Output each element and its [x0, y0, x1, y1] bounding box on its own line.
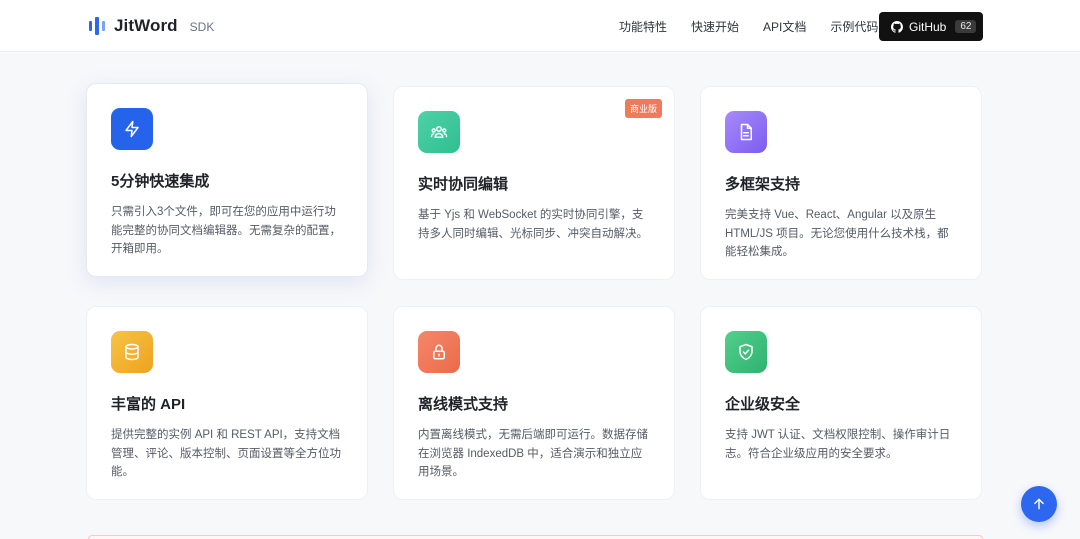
- github-label: GitHub: [909, 19, 947, 34]
- lock-icon: [433, 344, 445, 360]
- commercial-badge: 商业版: [624, 99, 662, 118]
- card-title: 实时协同编辑: [418, 176, 509, 193]
- main-nav: 功能特性 快速开始 API文档 示例代码: [619, 18, 902, 35]
- card-title: 5分钟快速集成: [111, 173, 210, 190]
- nav-link-api-docs[interactable]: API文档: [763, 18, 806, 35]
- card-title: 多框架支持: [725, 176, 801, 193]
- top-navigation-bar: JitWord SDK 功能特性 快速开始 API文档 示例代码 GitHub …: [0, 0, 1080, 52]
- card-description: 内置离线模式，无需后端即可运行。数据存储在浏览器 IndexedDB 中，适合演…: [418, 429, 648, 478]
- github-button[interactable]: GitHub 62: [879, 12, 983, 41]
- brand-name: JitWord: [114, 16, 178, 35]
- card-icon-wrapper: [418, 111, 460, 153]
- feature-card-quick-integration[interactable]: 5分钟快速集成 只需引入3个文件，即可在您的应用中运行功能完整的协同文档编辑器。…: [86, 83, 368, 277]
- jitword-logo-icon: [89, 17, 105, 35]
- scroll-to-top-button[interactable]: [1021, 486, 1057, 522]
- card-title: 企业级安全: [725, 396, 801, 413]
- lightning-icon: [125, 120, 139, 138]
- feature-card-rich-api[interactable]: 丰富的 API 提供完整的实例 API 和 REST API，支持文档管理、评论…: [86, 306, 368, 500]
- document-icon: [740, 123, 752, 141]
- card-title: 离线模式支持: [418, 396, 509, 413]
- card-icon-wrapper: [418, 331, 460, 373]
- card-description: 只需引入3个文件，即可在您的应用中运行功能完整的协同文档编辑器。无需复杂的配置，…: [111, 206, 341, 255]
- database-icon: [125, 343, 139, 361]
- card-description: 基于 Yjs 和 WebSocket 的实时协同引擎，支持多人同时编辑、光标同步…: [418, 209, 648, 240]
- card-description: 支持 JWT 认证、文档权限控制、操作审计日志。符合企业级应用的安全要求。: [725, 429, 951, 460]
- feature-card-multi-framework[interactable]: 多框架支持 完美支持 Vue、React、Angular 以及原生HTML/JS…: [700, 86, 982, 280]
- brand-tag: SDK: [189, 19, 215, 34]
- feature-card-offline-mode[interactable]: 离线模式支持 内置离线模式，无需后端即可运行。数据存储在浏览器 IndexedD…: [393, 306, 675, 500]
- arrow-up-icon: [1034, 498, 1044, 510]
- card-description: 完美支持 Vue、React、Angular 以及原生HTML/JS 项目。无论…: [725, 209, 949, 258]
- users-icon: [430, 126, 448, 138]
- card-icon-wrapper: [725, 331, 767, 373]
- card-icon-wrapper: [725, 111, 767, 153]
- brand-logo-link[interactable]: JitWord SDK: [88, 14, 214, 38]
- feature-card-realtime-collab[interactable]: 商业版 实时协同编辑 基于 Yjs 和 WebSocket 的实时协同引擎，支持…: [393, 86, 675, 280]
- feature-card-enterprise-security[interactable]: 企业级安全 支持 JWT 认证、文档权限控制、操作审计日志。符合企业级应用的安全…: [700, 306, 982, 500]
- card-icon-wrapper: [111, 108, 153, 150]
- card-description: 提供完整的实例 API 和 REST API，支持文档管理、评论、版本控制、页面…: [111, 429, 341, 478]
- nav-link-features[interactable]: 功能特性: [619, 18, 667, 35]
- github-star-count: 62: [955, 20, 977, 33]
- nav-link-examples[interactable]: 示例代码: [830, 18, 878, 35]
- nav-link-quickstart[interactable]: 快速开始: [691, 18, 739, 35]
- card-icon-wrapper: [111, 331, 153, 373]
- next-section-edge: [88, 535, 983, 539]
- card-title: 丰富的 API: [111, 396, 186, 413]
- shield-check-icon: [739, 343, 753, 361]
- github-icon: [891, 20, 903, 33]
